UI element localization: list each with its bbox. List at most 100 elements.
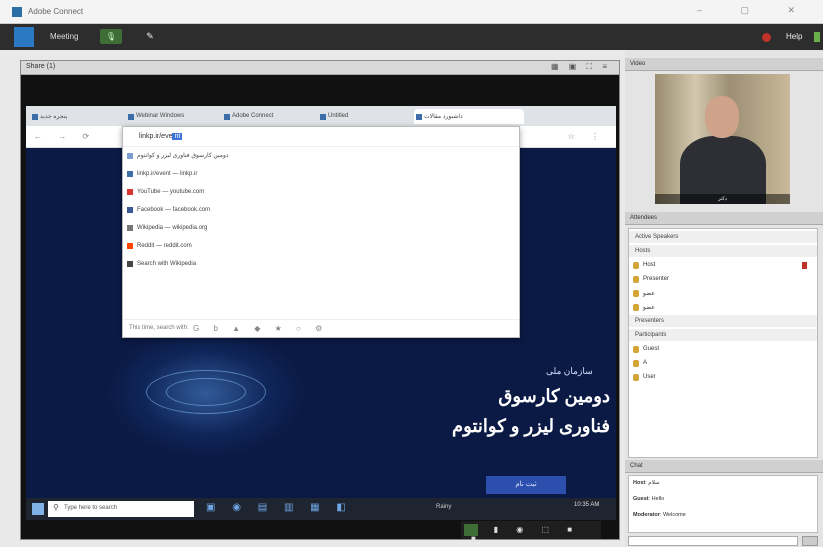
chat-sender: Moderator bbox=[633, 512, 660, 518]
suggestion-item[interactable]: linkp.ir/event — linkp.ir bbox=[123, 167, 519, 181]
share-pod-tools[interactable]: ▦ ▣ ⛶ ≡ bbox=[551, 62, 611, 72]
attendee-row[interactable]: Host bbox=[629, 259, 817, 271]
chat-message: Host: سلام bbox=[633, 480, 815, 487]
tab-favicon bbox=[32, 114, 38, 120]
attendee-group-header[interactable]: Hosts bbox=[629, 245, 817, 257]
browser-tabstrip: پنجره جدید Webinar Windows Adobe Connect… bbox=[26, 106, 616, 126]
attendee-label: A bbox=[643, 360, 648, 366]
address-input[interactable]: linkp.ir/eve nt bbox=[139, 133, 183, 140]
chat-input[interactable] bbox=[628, 536, 798, 546]
tab-favicon bbox=[320, 114, 326, 120]
chat-text: Hello bbox=[651, 496, 665, 502]
suggestion-text: دومین کارسوق فناوری لیزر و کوانتوم bbox=[137, 153, 229, 159]
share-pod-title: Share (1) bbox=[26, 63, 56, 70]
browser-tab[interactable]: Adobe Connect bbox=[222, 109, 314, 124]
taskbar-app-icons[interactable]: ▣ ◉ ▤ ▥ ▦ ◧ bbox=[206, 502, 353, 513]
suggestion-item[interactable]: Facebook — facebook.com bbox=[123, 203, 519, 217]
webcam-video: دکتر bbox=[655, 74, 790, 204]
connection-indicator bbox=[814, 32, 820, 42]
address-input-row[interactable]: linkp.ir/eve nt bbox=[123, 129, 519, 147]
share-controls[interactable]: ▮ ▮ ◉ ⬚ ■ ■ bbox=[461, 521, 601, 543]
suggestion-item[interactable]: Wikipedia — wikipedia.org bbox=[123, 221, 519, 235]
video-caption: دکتر bbox=[655, 194, 790, 204]
suggestion-item[interactable]: YouTube — youtube.com bbox=[123, 185, 519, 199]
microphone-icon bbox=[802, 262, 807, 269]
attendee-group-header[interactable]: Participants bbox=[629, 329, 817, 341]
meeting-menu[interactable]: Meeting bbox=[50, 32, 78, 41]
meeting-toolbar: Meeting 🎙 ✎ Help bbox=[0, 24, 823, 50]
adobe-connect-window: Adobe Connect – ▢ ✕ Meeting 🎙 ✎ Help Sha… bbox=[0, 0, 823, 547]
windows-taskbar: Type here to search ▣ ◉ ▤ ▥ ▦ ◧ Rainy 10… bbox=[26, 498, 616, 520]
browser-tab[interactable]: Untitled bbox=[318, 109, 410, 124]
chat-sender: Host bbox=[633, 480, 646, 486]
chat-send-button[interactable] bbox=[802, 536, 818, 546]
help-menu[interactable]: Help bbox=[786, 32, 802, 41]
youtube-icon bbox=[127, 189, 133, 195]
ring-decoration bbox=[166, 378, 246, 406]
search-icon bbox=[127, 261, 133, 267]
chat-pod-header: Chat bbox=[625, 460, 823, 473]
user-icon bbox=[633, 262, 639, 269]
video-person-head bbox=[705, 96, 739, 138]
window-controls[interactable]: – ▢ ✕ bbox=[697, 5, 813, 16]
user-icon bbox=[633, 290, 639, 297]
attendee-row[interactable]: User bbox=[629, 371, 817, 383]
slide-register-button[interactable]: ثبت نام bbox=[486, 476, 566, 494]
attendee-group-header[interactable]: Active Speakers bbox=[629, 231, 817, 243]
facebook-icon bbox=[127, 207, 133, 213]
attendee-label: Presenter bbox=[643, 276, 670, 282]
attendee-row[interactable]: عضو bbox=[629, 301, 817, 313]
share-pod: Share (1) ▦ ▣ ⛶ ≡ پنجره جدید Webinar Win… bbox=[20, 60, 620, 543]
slide-organization: سازمان ملی bbox=[546, 366, 593, 376]
record-indicator[interactable] bbox=[762, 33, 771, 42]
tab-label: Untitled bbox=[328, 113, 349, 119]
tab-label: Adobe Connect bbox=[232, 113, 274, 119]
suggestion-icon bbox=[127, 153, 133, 159]
address-bar-dropdown: linkp.ir/eve nt دومین کارسوق فناوری لیزر … bbox=[122, 126, 520, 338]
share-play-button[interactable] bbox=[464, 524, 478, 536]
suggestion-text: Reddit — reddit.com bbox=[137, 243, 192, 249]
suggestion-text: YouTube — youtube.com bbox=[137, 189, 205, 195]
chat-messages: Host: سلام Guest: Hello Moderator: Welcome bbox=[628, 475, 818, 533]
suggestion-text: linkp.ir/event — linkp.ir bbox=[137, 171, 198, 177]
video-pod-header: Video bbox=[625, 58, 823, 71]
slide-title-line2: فناوری لیزر و کوانتوم bbox=[452, 416, 610, 436]
start-button-icon[interactable] bbox=[32, 503, 44, 515]
attendee-row[interactable]: عضو bbox=[629, 287, 817, 299]
pen-tool-button[interactable]: ✎ bbox=[140, 29, 160, 44]
tab-favicon bbox=[416, 114, 422, 120]
system-tray-weather[interactable]: Rainy bbox=[436, 504, 451, 510]
browser-tab-active[interactable]: داشبورد مقالات bbox=[414, 109, 524, 124]
attendees-list: Active Speakers Hosts Host Presenter عضو عضو P… bbox=[628, 228, 818, 458]
tab-label: Webinar Windows bbox=[136, 113, 185, 119]
attendee-group-header[interactable]: Presenters bbox=[629, 315, 817, 327]
taskbar-search-input[interactable]: Type here to search bbox=[48, 501, 194, 517]
attendees-pod-header: Attendees bbox=[625, 212, 823, 225]
attendee-row[interactable]: Presenter bbox=[629, 273, 817, 285]
search-engine-icons[interactable]: G b ▲ ◆ ★ ○ ⚙ bbox=[193, 324, 328, 333]
suggestion-item[interactable]: Search with Wikipedia bbox=[123, 257, 519, 271]
attendee-label: عضو bbox=[643, 291, 655, 297]
browser-tab[interactable]: Webinar Windows bbox=[126, 109, 218, 124]
right-column: Video دکتر Attendees Active Speakers Host… bbox=[625, 50, 823, 547]
search-engines-footer: This time, search with: G b ▲ ◆ ★ ○ ⚙ bbox=[123, 319, 519, 337]
adobe-connect-logo bbox=[14, 27, 34, 47]
browser-menu-icons[interactable]: ☆ ⋮ bbox=[568, 132, 606, 141]
suggestion-text: Search with Wikipedia bbox=[137, 261, 197, 267]
browser-tab[interactable]: پنجره جدید bbox=[30, 109, 122, 124]
tab-label: داشبورد مقالات bbox=[424, 114, 463, 120]
address-text: linkp.ir/eve bbox=[139, 133, 173, 140]
shared-browser: پنجره جدید Webinar Windows Adobe Connect… bbox=[26, 106, 616, 498]
chat-text: Welcome bbox=[662, 512, 686, 518]
taskbar-clock[interactable]: 10:35 AM bbox=[574, 501, 599, 509]
attendee-row[interactable]: A bbox=[629, 357, 817, 369]
browser-nav-buttons[interactable]: ← → ⟳ bbox=[34, 132, 96, 141]
app-icon bbox=[12, 7, 22, 17]
attendee-label: Guest bbox=[643, 346, 660, 352]
address-selection: nt bbox=[172, 133, 183, 140]
attendee-row[interactable]: Guest bbox=[629, 343, 817, 355]
suggestion-item[interactable]: دومین کارسوق فناوری لیزر و کوانتوم bbox=[123, 149, 519, 163]
microphone-button[interactable]: 🎙 bbox=[100, 29, 122, 44]
chat-message: Moderator: Welcome bbox=[633, 512, 815, 519]
suggestion-item[interactable]: Reddit — reddit.com bbox=[123, 239, 519, 253]
